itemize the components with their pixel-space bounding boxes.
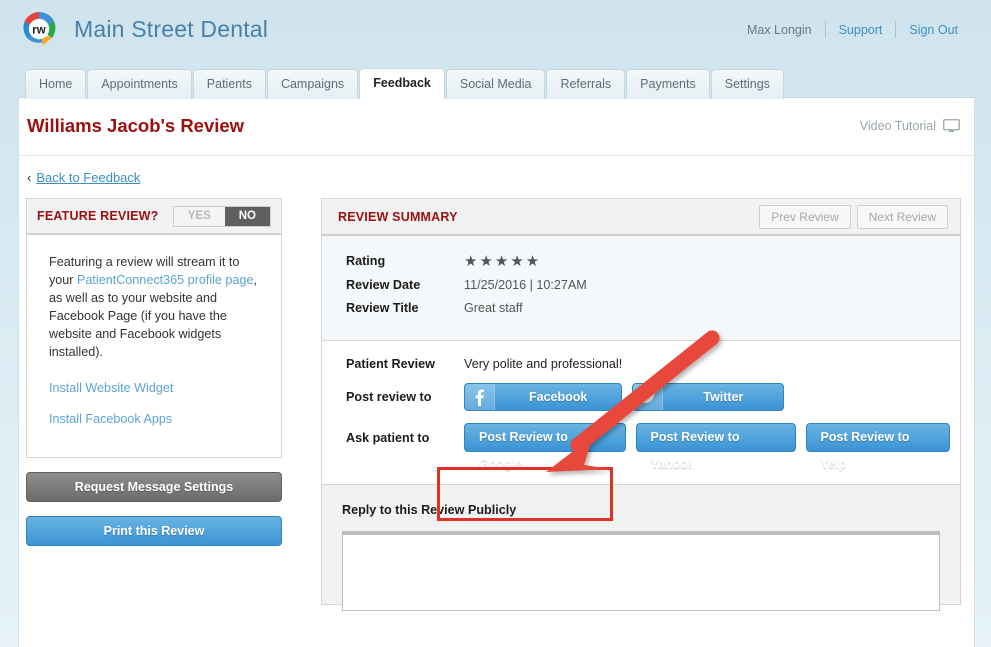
svg-text:rw: rw: [32, 25, 45, 37]
page-title: Williams Jacob's Review: [27, 115, 245, 136]
sign-out-link[interactable]: Sign Out: [896, 23, 971, 37]
patient-review-value: Very polite and professional!: [464, 357, 623, 371]
app-header: rw Main Street Dental Max Longin Support…: [0, 0, 991, 65]
review-summary-title: REVIEW SUMMARY: [338, 209, 458, 224]
rating-stars: ★★★★★: [464, 253, 542, 270]
patient-review-row: Patient Review Very polite and professio…: [322, 357, 960, 371]
post-review-row: Post review to Facebook Twitter: [322, 383, 960, 411]
facebook-share-button[interactable]: Facebook: [464, 383, 623, 411]
main-panel: REVIEW SUMMARY Prev Review Next Review R…: [321, 198, 961, 611]
toggle-yes[interactable]: YES: [173, 206, 225, 226]
page-title-row: Williams Jacob's Review Video Tutorial: [19, 98, 974, 156]
tab-patients[interactable]: Patients: [192, 69, 266, 99]
feature-review-panel: FEATURE REVIEW? YES NO Featuring a revie…: [26, 198, 282, 458]
chevron-left-icon: ‹: [27, 169, 32, 185]
facebook-icon: [465, 384, 495, 410]
reply-label: Reply to this Review Publicly: [342, 503, 517, 517]
install-website-widget-link[interactable]: Install Website Widget: [49, 379, 263, 397]
review-date-row: Review Date 11/25/2016 | 10:27AM: [322, 278, 960, 301]
post-review-to-yahoo-button[interactable]: Post Review to Yahoo!: [635, 423, 796, 471]
review-title-label: Review Title: [346, 301, 419, 315]
tab-home[interactable]: Home: [25, 69, 87, 99]
twitter-label: Twitter: [703, 390, 744, 404]
tab-feedback[interactable]: Feedback: [359, 68, 445, 99]
review-date-value: 11/25/2016 | 10:27AM: [464, 278, 587, 292]
review-summary-body: Rating ★★★★★ Review Date 11/25/2016 | 10…: [321, 236, 961, 341]
feature-review-panel-header: FEATURE REVIEW? YES NO: [27, 199, 281, 235]
print-this-review-button[interactable]: Print this Review: [26, 516, 282, 546]
review-title-value: Great staff: [464, 301, 523, 315]
review-date-label: Review Date: [346, 278, 421, 292]
post-review-to-yelp-button[interactable]: Post Review to Yelp: [805, 423, 951, 471]
patient-review-label: Patient Review: [346, 357, 435, 371]
main-navigation-tabs: Home Appointments Patients Campaigns Fee…: [25, 68, 785, 99]
toggle-no[interactable]: NO: [224, 206, 270, 226]
tab-campaigns[interactable]: Campaigns: [266, 69, 359, 99]
rating-row: Rating ★★★★★: [322, 254, 960, 278]
twitter-icon: [633, 384, 664, 410]
reply-section: Reply to this Review Publicly: [321, 485, 961, 611]
twitter-share-button[interactable]: Twitter: [632, 383, 785, 411]
review-title-row: Review Title Great staff: [322, 301, 960, 324]
rating-label: Rating: [346, 254, 386, 268]
feature-review-toggle[interactable]: YES NO: [172, 205, 271, 227]
tab-payments[interactable]: Payments: [626, 69, 710, 99]
back-link-row: ‹ Back to Feedback: [19, 156, 974, 198]
prev-review-button[interactable]: Prev Review: [759, 204, 851, 229]
app-page: rw Main Street Dental Max Longin Support…: [0, 0, 991, 647]
ask-patient-label: Ask patient to: [346, 430, 430, 445]
panel-links: Install Website Widget Install Facebook …: [49, 379, 263, 428]
post-review-label: Post review to: [346, 390, 432, 404]
video-tutorial-link[interactable]: Video Tutorial: [860, 119, 960, 133]
feature-review-title: FEATURE REVIEW?: [37, 209, 159, 223]
ask-patient-row: Ask patient to Post Review to Google Pos…: [322, 423, 960, 471]
feature-review-description: Featuring a review will stream it to you…: [49, 253, 263, 361]
feature-review-panel-body: Featuring a review will stream it to you…: [27, 235, 281, 457]
tab-settings[interactable]: Settings: [710, 69, 784, 99]
next-review-button[interactable]: Next Review: [856, 204, 948, 229]
reply-textarea[interactable]: [342, 531, 940, 611]
review-nav-buttons: Prev Review Next Review: [759, 204, 948, 229]
tab-appointments[interactable]: Appointments: [87, 69, 192, 99]
review-summary-header: REVIEW SUMMARY Prev Review Next Review: [321, 198, 961, 236]
back-to-feedback-label[interactable]: Back to Feedback: [36, 170, 140, 185]
header-links: Max Longin Support Sign Out: [734, 21, 971, 38]
sidebar: FEATURE REVIEW? YES NO Featuring a revie…: [26, 198, 282, 546]
video-tutorial-label: Video Tutorial: [859, 119, 936, 133]
tab-social-media[interactable]: Social Media: [445, 69, 546, 99]
tab-referrals[interactable]: Referrals: [546, 69, 626, 99]
request-message-settings-button[interactable]: Request Message Settings: [26, 472, 282, 502]
support-link[interactable]: Support: [826, 23, 896, 37]
patientconnect365-link[interactable]: PatientConnect365 profile page: [77, 273, 253, 287]
user-name: Max Longin: [746, 22, 812, 37]
reviewwave-logo-icon: rw: [18, 8, 60, 50]
install-facebook-apps-link[interactable]: Install Facebook Apps: [49, 410, 263, 428]
monitor-icon: [943, 119, 960, 133]
back-to-feedback[interactable]: ‹ Back to Feedback: [27, 170, 140, 185]
post-review-to-google-button[interactable]: Post Review to Google: [464, 423, 626, 471]
facebook-label: Facebook: [529, 390, 588, 404]
social-section: Patient Review Very polite and professio…: [321, 341, 961, 485]
brand-name: Main Street Dental: [74, 15, 269, 42]
content-card: Williams Jacob's Review Video Tutorial ‹…: [18, 97, 975, 647]
brand: rw Main Street Dental: [18, 8, 268, 50]
